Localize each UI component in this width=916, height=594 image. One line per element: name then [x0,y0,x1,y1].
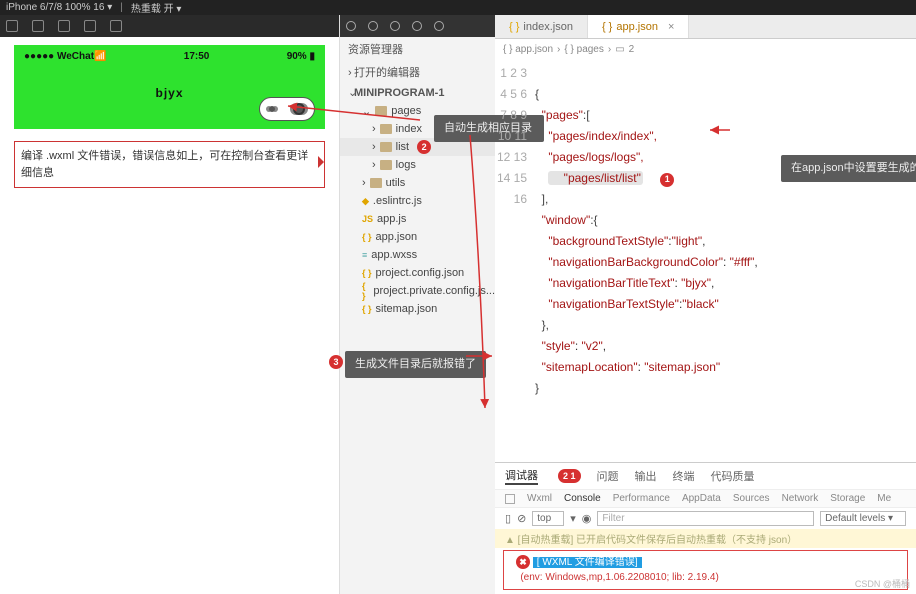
nav-forward-icon[interactable] [32,20,44,32]
hot-reload-toggle[interactable]: 热重载 开 ▾ [131,0,182,15]
eye-icon[interactable]: ◉ [582,512,592,525]
annotation-badge-1: 1 [660,173,674,187]
panel-tab-debugger[interactable]: 调试器 [505,467,538,485]
simulator-screen: ●●●●● WeChat📶 17:50 90% ▮ bjyx [14,45,325,129]
subtab-console[interactable]: Console [564,493,601,504]
folder-logs[interactable]: ›logs [340,156,495,174]
project-section[interactable]: ⌄MINIPROGRAM-1 [340,83,495,102]
open-editors-section[interactable]: ›打开的编辑器 [340,61,495,83]
explorer-header: 资源管理器 [340,37,495,61]
device-select[interactable]: iPhone 6/7/8 100% 16 ▾ [6,2,112,13]
levels-select[interactable]: Default levels ▾ [820,511,906,526]
nav-back-icon[interactable] [6,20,18,32]
subtab-network[interactable]: Network [782,493,819,504]
error-tag: [ WXML 文件编译错误] [533,557,642,568]
tab-app-json[interactable]: { }app.json× [588,15,689,38]
panel-tab-quality[interactable]: 代码质量 [711,468,755,484]
close-icon[interactable]: × [668,21,674,33]
code-area[interactable]: { "pages":[ "pages/index/index", "pages/… [535,59,916,462]
subtab-appdata[interactable]: AppData [682,493,721,504]
context-select[interactable]: top [532,511,564,526]
editor-topbar [340,15,495,37]
eye-icon[interactable] [110,20,122,32]
file-appwxss[interactable]: ≡app.wxss [340,246,495,264]
file-appjson[interactable]: { }app.json [340,228,495,246]
subtab-wxml[interactable]: Wxml [527,493,552,504]
line-gutter: 1 2 3 4 5 6 7 8 9 10 11 12 13 14 15 16 [495,59,535,462]
clock-label: 17:50 [184,51,210,62]
icon[interactable] [390,21,400,31]
watermark: CSDN @桶桶 [855,577,910,590]
file-eslintrc[interactable]: ◆.eslintrc.js [340,192,495,210]
icon[interactable] [368,21,378,31]
tab-index-json[interactable]: { }index.json [495,15,588,38]
panel-tab-terminal[interactable]: 终端 [673,468,695,484]
debugger-badge: 2 1 [558,469,581,483]
annotation-tip-1: 在app.json中设置要生成的文件路径和名字 [781,155,916,182]
annotation-tip-3: 3 生成文件目录后就报错了 [345,351,486,378]
subtab-more[interactable]: Me [877,493,891,504]
file-sitemap[interactable]: { }sitemap.json [340,300,495,318]
bottom-panel: 调试器 2 1 问题 输出 终端 代码质量 Wxml Console Perfo… [495,462,916,594]
file-projectprivate[interactable]: { }project.private.config.js... [340,282,495,300]
icon[interactable] [346,21,356,31]
error-env: (env: Windows,mp,1.06.2208010; lib: 2.19… [520,572,718,583]
breadcrumb[interactable]: { } app.json › { } pages › ▭ 2 [495,39,916,59]
panel-tab-problems[interactable]: 问题 [597,468,619,484]
sim-toolbar [0,15,339,37]
console-warning: ▲ [自动热重载] 已开启代码文件保存后自动热重载（不支持 json） [495,529,916,548]
subtab-performance[interactable]: Performance [613,493,670,504]
subtab-sources[interactable]: Sources [733,493,770,504]
file-projectconfig[interactable]: { }project.config.json [340,264,495,282]
panel-tab-output[interactable]: 输出 [635,468,657,484]
annotation-badge-2: 2 [417,140,431,154]
filter-input[interactable]: Filter [597,511,814,526]
icon[interactable] [434,21,444,31]
console-error-box: ✖ [ WXML 文件编译错误] (env: Windows,mp,1.06.2… [503,550,908,590]
editor-tabs: { }index.json { }app.json× [495,15,916,39]
subtab-storage[interactable]: Storage [830,493,865,504]
no-icon[interactable]: ⊘ [517,512,526,525]
file-appjs[interactable]: JSapp.js [340,210,495,228]
carrier-label: ●●●●● WeChat📶 [24,51,106,62]
folder-utils[interactable]: ›utils [340,174,495,192]
device-strip: iPhone 6/7/8 100% 16 ▾ | 热重载 开 ▾ [0,0,916,15]
compile-error-box: 编译 .wxml 文件错误，错误信息如上，可在控制台查看更详细信息 [14,141,325,188]
inspect-icon[interactable] [505,494,515,504]
refresh-icon[interactable] [58,20,70,32]
home-icon[interactable] [84,20,96,32]
icon[interactable] [412,21,422,31]
capsule-button[interactable] [259,97,315,121]
clear-console-icon[interactable]: ▯ [505,512,511,525]
battery-label: 90% ▮ [287,51,315,62]
